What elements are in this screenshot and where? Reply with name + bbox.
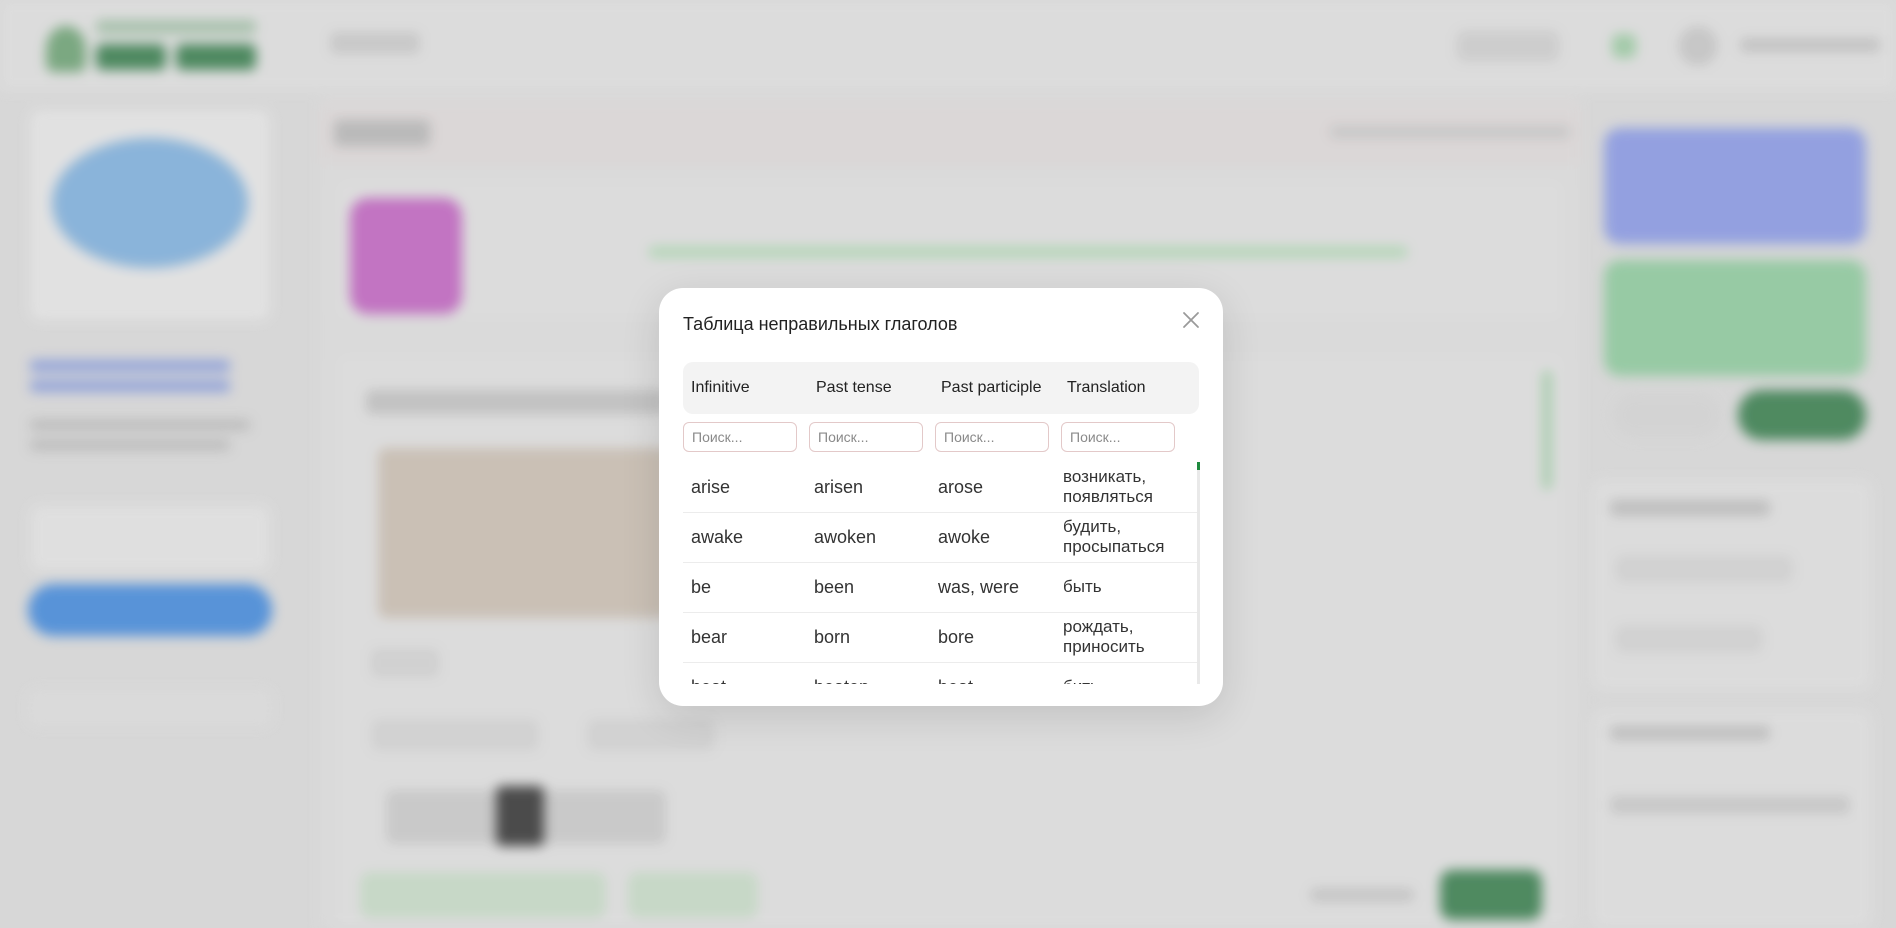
- table-scrollbar[interactable]: [1197, 462, 1200, 684]
- cell-past-participle: bore: [938, 627, 975, 647]
- table-row: be been was, were быть: [683, 562, 1197, 613]
- cell-infinitive: beat: [691, 662, 726, 684]
- cell-infinitive: bear: [691, 627, 728, 647]
- table-body[interactable]: arise arisen arose возникать, появляться…: [683, 462, 1203, 684]
- search-input-past-tense[interactable]: [809, 422, 923, 452]
- table-scrollbar-thumb[interactable]: [1197, 462, 1200, 470]
- cell-past-tense: awoken: [814, 527, 877, 547]
- search-input-past-participle[interactable]: [935, 422, 1049, 452]
- cell-translation: рождать, приносить: [1063, 617, 1145, 656]
- cell-infinitive: arise: [691, 477, 731, 497]
- table-row: bear born bore рождать, приносить: [683, 612, 1197, 663]
- column-header-past-tense[interactable]: Past tense: [816, 362, 892, 414]
- cell-translation: будить, просыпаться: [1063, 517, 1165, 556]
- column-header-translation[interactable]: Translation: [1067, 362, 1146, 414]
- table-row: arise arisen arose возникать, появляться: [683, 462, 1197, 513]
- close-button[interactable]: [1179, 308, 1203, 332]
- close-icon: [1183, 312, 1199, 328]
- column-header-infinitive[interactable]: Infinitive: [691, 362, 750, 414]
- cell-translation: возникать, появляться: [1063, 467, 1153, 506]
- cell-past-participle: arose: [938, 477, 984, 497]
- cell-infinitive: be: [691, 577, 712, 597]
- cell-past-tense: been: [814, 577, 855, 597]
- cell-translation: бить: [1063, 662, 1183, 684]
- search-input-infinitive[interactable]: [683, 422, 797, 452]
- column-header-past-participle[interactable]: Past participle: [941, 362, 1042, 414]
- cell-infinitive: awake: [691, 527, 744, 547]
- cell-past-tense: arisen: [814, 477, 864, 497]
- modal-title: Таблица неправильных глаголов: [683, 314, 958, 334]
- search-input-translation[interactable]: [1061, 422, 1175, 452]
- table-row: beat beaten beat бить: [683, 662, 1197, 684]
- table-header: Infinitive Past tense Past participle Tr…: [683, 362, 1199, 414]
- cell-past-participle: was, were: [938, 577, 1020, 597]
- cell-past-tense: beaten: [814, 662, 869, 684]
- cell-translation: быть: [1063, 577, 1102, 596]
- irregular-verbs-modal: Таблица неправильных глаголов Infinitive…: [659, 288, 1223, 706]
- cell-past-participle: beat: [938, 662, 973, 684]
- table-row: awake awoken awoke будить, просыпаться: [683, 512, 1197, 563]
- search-row: [683, 422, 1199, 458]
- cell-past-participle: awoke: [938, 527, 991, 547]
- cell-past-tense: born: [814, 627, 851, 647]
